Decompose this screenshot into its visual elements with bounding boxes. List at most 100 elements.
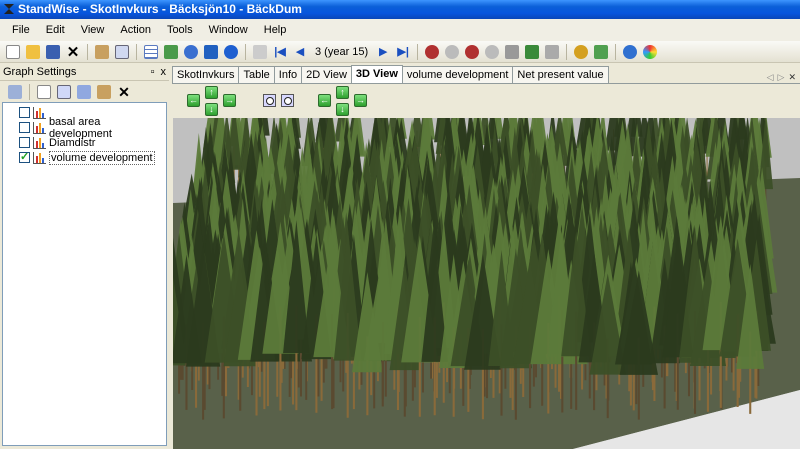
cleaning-button[interactable]	[483, 43, 501, 61]
tab-net-present-value[interactable]: Net present value	[512, 66, 609, 83]
bar-chart-icon	[32, 121, 46, 134]
planting-icon	[525, 44, 540, 59]
tilt-down-button[interactable]: ↓	[336, 103, 349, 116]
web-button[interactable]	[621, 43, 639, 61]
panel-header: Graph Settings ▫ x	[0, 63, 169, 81]
chart-icon	[164, 44, 178, 59]
menu-bar: File Edit View Action Tools Window Help	[0, 19, 800, 41]
first-period-button[interactable]: |◀	[271, 43, 289, 61]
tab-table[interactable]: Table	[238, 66, 275, 83]
checkbox[interactable]	[19, 137, 30, 148]
bar-chart-icon	[33, 151, 46, 164]
soil-prep-button[interactable]	[503, 43, 521, 61]
clearcut-icon	[465, 44, 480, 59]
panel-close-button[interactable]: x	[161, 66, 167, 78]
find-icon	[8, 85, 22, 99]
graph-settings-panel: Graph Settings ▫ x ✕ basal area developm…	[0, 63, 169, 449]
pan-down-button[interactable]: ↓	[205, 103, 218, 116]
copy-button[interactable]	[113, 43, 131, 61]
camera-controls: ← ↑ ↓ → ← ↑ ↓ →	[173, 84, 800, 118]
menu-tools[interactable]: Tools	[159, 19, 201, 41]
menu-window[interactable]: Window	[201, 19, 256, 41]
properties-button[interactable]	[93, 43, 111, 61]
tab-volume-development[interactable]: volume development	[401, 66, 514, 83]
rotate-right-button[interactable]: →	[354, 94, 367, 107]
panel-edit-button[interactable]	[55, 83, 73, 101]
checkbox[interactable]	[19, 107, 30, 118]
pan-right-button[interactable]: →	[223, 94, 236, 107]
toolbar-separator	[417, 43, 419, 60]
pan-left-button[interactable]: ←	[187, 94, 200, 107]
menu-file[interactable]: File	[4, 19, 38, 41]
panel-new-button[interactable]	[35, 83, 53, 101]
close-icon: ✕	[66, 43, 80, 61]
toolbar-separator	[245, 43, 246, 60]
chart-button[interactable]	[162, 43, 180, 61]
list-item[interactable]: volume development	[3, 150, 166, 165]
thinning-button[interactable]	[443, 43, 461, 61]
view-2d-button[interactable]	[182, 43, 200, 61]
forest-3d-scene[interactable]	[173, 118, 800, 449]
tab-close-icon[interactable]: ✕	[788, 72, 796, 83]
menu-help[interactable]: Help	[256, 19, 295, 41]
zoom-out-button[interactable]	[281, 94, 294, 107]
table-button[interactable]	[142, 43, 160, 61]
pan-up-button[interactable]: ↑	[205, 86, 218, 99]
rotate-left-button[interactable]: ←	[318, 94, 331, 107]
tab-info[interactable]: Info	[273, 66, 303, 83]
tab-2d-view[interactable]: 2D View	[301, 66, 352, 83]
menu-action[interactable]: Action	[112, 19, 159, 41]
clearcut-button[interactable]	[463, 43, 481, 61]
info-button[interactable]	[222, 43, 240, 61]
app-icon	[3, 3, 15, 16]
toolbar-separator	[566, 43, 568, 60]
palette-button[interactable]	[641, 43, 659, 61]
send-icon	[594, 44, 609, 59]
menu-view[interactable]: View	[73, 19, 113, 41]
save-icon	[46, 44, 60, 59]
zoom-in-button[interactable]	[263, 94, 276, 107]
panel-properties-button[interactable]	[95, 83, 113, 101]
panel-find-button[interactable]	[6, 83, 24, 101]
edit-button[interactable]	[251, 43, 269, 61]
list-item[interactable]: basal area development	[3, 116, 166, 140]
new-button[interactable]	[4, 43, 22, 61]
last-period-button[interactable]: ▶|	[394, 43, 412, 61]
folder-icon	[26, 44, 40, 59]
harvest-button[interactable]	[423, 43, 441, 61]
checkbox[interactable]	[19, 150, 30, 163]
new-file-icon	[6, 44, 20, 59]
planting-button[interactable]	[523, 43, 541, 61]
main-toolbar: ✕ |◀ ◀ 3 (year 15) ▶ ▶|	[0, 41, 800, 63]
open-button[interactable]	[24, 43, 42, 61]
cleaning-icon	[485, 44, 500, 59]
panel-toolbar: ✕	[0, 81, 169, 103]
soil-icon	[505, 44, 520, 59]
menu-edit[interactable]: Edit	[38, 19, 73, 41]
next-period-button[interactable]: ▶	[374, 43, 392, 61]
title-bar: StandWise - SkotInvkurs - Bäcksjön10 - B…	[0, 0, 800, 19]
harvest-icon	[425, 44, 440, 59]
tab-3d-view[interactable]: 3D View	[350, 65, 403, 83]
panel-copy-button[interactable]	[75, 83, 93, 101]
checkbox[interactable]	[19, 122, 30, 133]
tab-scroll-left-icon[interactable]: ◁	[767, 72, 774, 83]
delete-button[interactable]: ✕	[64, 43, 82, 61]
economy-button[interactable]	[572, 43, 590, 61]
tab-scroll-right-icon[interactable]: ▷	[778, 72, 785, 83]
copy-icon	[115, 44, 129, 59]
window-title: StandWise - SkotInvkurs - Bäcksjön10 - B…	[18, 2, 302, 16]
copy-icon	[77, 85, 91, 99]
money-bag-icon	[574, 44, 589, 59]
save-button[interactable]	[44, 43, 62, 61]
prev-period-button[interactable]: ◀	[291, 43, 309, 61]
panel-delete-button[interactable]: ✕	[115, 83, 133, 101]
pin-icon[interactable]: ▫	[151, 66, 155, 78]
toolbar-separator	[29, 84, 30, 100]
send-button[interactable]	[592, 43, 610, 61]
tab-skotinvkurs[interactable]: SkotInvkurs	[172, 66, 240, 83]
cube-icon	[204, 44, 218, 59]
fertilize-button[interactable]	[543, 43, 561, 61]
tilt-up-button[interactable]: ↑	[336, 86, 349, 99]
view-3d-button[interactable]	[202, 43, 220, 61]
